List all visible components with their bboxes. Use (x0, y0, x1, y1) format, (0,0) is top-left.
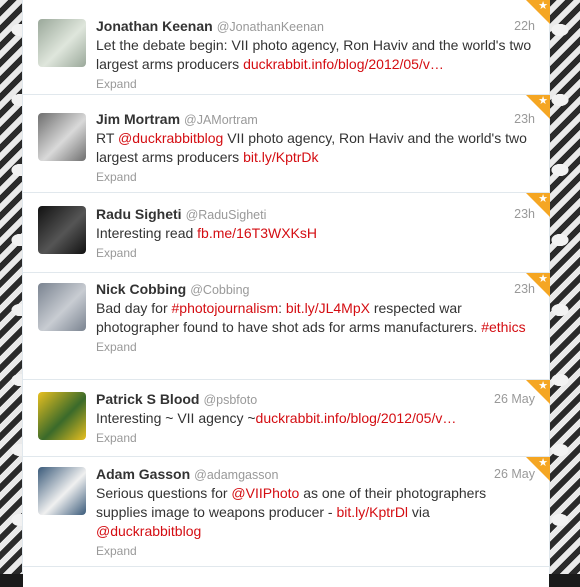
user-handle[interactable]: @JonathanKeenan (217, 20, 324, 34)
tweet-text-segment: Serious questions for (96, 485, 232, 501)
tweet-link[interactable]: bit.ly/KptrDk (243, 149, 318, 165)
expand-link[interactable]: Expand (96, 431, 535, 445)
tweet-text-segment: via (408, 504, 430, 520)
tweet-text: Interesting read fb.me/16T3WXKsH (96, 224, 535, 243)
tweet-link[interactable]: fb.me/16T3WXKsH (197, 225, 317, 241)
star-icon: ★ (538, 380, 548, 392)
tweet-link[interactable]: bit.ly/JL4MpX (286, 300, 370, 316)
tweet-link[interactable]: @duckrabbitblog (118, 130, 223, 146)
avatar[interactable] (38, 206, 86, 254)
tweet-link[interactable]: #ethics (481, 319, 525, 335)
tweet-text-segment: : (278, 300, 286, 316)
tweet-link[interactable]: @duckrabbitblog (96, 523, 201, 539)
tweet-text: Let the debate begin: VII photo agency, … (96, 36, 535, 74)
tweet-link[interactable]: duckrabbit.info/blog/2012/05/v… (243, 56, 444, 72)
avatar[interactable] (38, 19, 86, 67)
tweet-text: Bad day for #photojournalism: bit.ly/JL4… (96, 299, 535, 337)
tweet-item[interactable]: Adam Gasson @adamgasson 26 May Serious qu… (23, 457, 550, 567)
avatar[interactable] (38, 467, 86, 515)
user-name[interactable]: Jonathan Keenan (96, 18, 213, 34)
expand-link[interactable]: Expand (96, 170, 535, 184)
tweet-link[interactable]: #photojournalism (172, 300, 279, 316)
tweet-timeline: Jonathan Keenan @JonathanKeenan 22h Let t… (22, 0, 550, 587)
star-icon: ★ (538, 193, 548, 205)
tweet-text-segment: RT (96, 130, 119, 146)
tweet-text-segment: Bad day for (96, 300, 172, 316)
user-handle[interactable]: @JAMortram (184, 113, 258, 127)
avatar[interactable] (38, 113, 86, 161)
avatar[interactable] (38, 283, 86, 331)
tweet-text-segment: Interesting read (96, 225, 198, 241)
tweet-link[interactable]: bit.ly/KptrDl (336, 504, 408, 520)
tweet-text-segment: Interesting ~ VII agency ~ (96, 410, 256, 426)
star-icon: ★ (538, 457, 548, 469)
user-handle[interactable]: @Cobbing (190, 283, 249, 297)
tweet-text: Interesting ~ VII agency ~duckrabbit.inf… (96, 409, 535, 428)
avatar[interactable] (38, 392, 86, 440)
tweet-item-partial[interactable] (23, 567, 549, 587)
tweet-text: Serious questions for @VIIPhoto as one o… (96, 484, 535, 541)
user-handle[interactable]: @adamgasson (194, 468, 278, 482)
tweet-item[interactable]: Nick Cobbing @Cobbing 23h Bad day for #ph… (23, 273, 550, 380)
user-name[interactable]: Radu Sigheti (96, 206, 182, 222)
tweet-item[interactable]: Jim Mortram @JAMortram 23h RT @duckrabbit… (23, 95, 550, 193)
expand-link[interactable]: Expand (96, 77, 535, 91)
tweet-item[interactable]: Jonathan Keenan @JonathanKeenan 22h Let t… (23, 0, 550, 95)
user-name[interactable]: Jim Mortram (96, 111, 180, 127)
user-handle[interactable]: @RaduSigheti (186, 208, 267, 222)
tweet-text: RT @duckrabbitblog VII photo agency, Ron… (96, 129, 535, 167)
star-icon: ★ (538, 95, 548, 107)
star-icon: ★ (538, 273, 548, 285)
user-name[interactable]: Patrick S Blood (96, 391, 199, 407)
star-icon: ★ (538, 0, 548, 12)
user-handle[interactable]: @psbfoto (203, 393, 257, 407)
expand-link[interactable]: Expand (96, 544, 535, 558)
tweet-item[interactable]: Radu Sigheti @RaduSigheti 23h Interesting… (23, 193, 550, 273)
tweet-item[interactable]: Patrick S Blood @psbfoto 26 May Interesti… (23, 380, 550, 457)
user-name[interactable]: Nick Cobbing (96, 281, 186, 297)
tweet-link[interactable]: @VIIPhoto (231, 485, 299, 501)
tweet-link[interactable]: duckrabbit.info/blog/2012/05/v… (256, 410, 457, 426)
user-name[interactable]: Adam Gasson (96, 466, 190, 482)
expand-link[interactable]: Expand (96, 340, 535, 354)
expand-link[interactable]: Expand (96, 246, 535, 260)
